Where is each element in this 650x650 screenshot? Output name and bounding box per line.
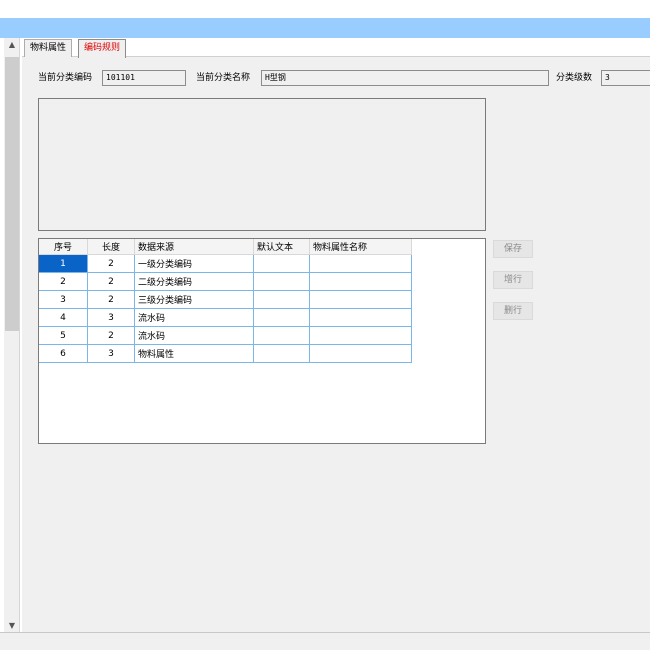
- category-name-label: 当前分类名称: [196, 73, 251, 83]
- cell-no[interactable]: 2: [39, 272, 88, 291]
- cell-length[interactable]: 3: [87, 344, 135, 363]
- cell-no[interactable]: 1: [39, 254, 88, 273]
- cell-source[interactable]: 流水码: [134, 326, 254, 345]
- cell-source[interactable]: 流水码: [134, 308, 254, 327]
- column-header-attribute-name[interactable]: 物料属性名称: [309, 239, 412, 255]
- category-name-field[interactable]: H型钢: [261, 70, 549, 86]
- cell-no[interactable]: 3: [39, 290, 88, 309]
- rule-table: 序号 长度 数据来源 默认文本 物料属性名称 1 2 一级分类编码 2 2 二级…: [39, 239, 412, 363]
- cell-default-text[interactable]: [253, 254, 310, 273]
- category-code-field[interactable]: 101101: [102, 70, 186, 86]
- category-code-label: 当前分类编码: [38, 73, 93, 83]
- table-row[interactable]: 3 2 三级分类编码: [39, 290, 412, 309]
- table-row[interactable]: 2 2 二级分类编码: [39, 272, 412, 291]
- tab-coding-rules[interactable]: 编码规则: [78, 39, 127, 58]
- table-header-row: 序号 长度 数据来源 默认文本 物料属性名称: [39, 239, 412, 255]
- rule-preview-textarea[interactable]: [38, 98, 486, 231]
- cell-default-text[interactable]: [253, 290, 310, 309]
- table-row[interactable]: 1 2 一级分类编码: [39, 254, 412, 273]
- cell-default-text[interactable]: [253, 344, 310, 363]
- cell-attribute-name[interactable]: [309, 254, 412, 273]
- cell-source[interactable]: 二级分类编码: [134, 272, 254, 291]
- column-header-no[interactable]: 序号: [39, 239, 88, 255]
- column-header-source[interactable]: 数据来源: [134, 239, 254, 255]
- cell-no[interactable]: 5: [39, 326, 88, 345]
- category-level-label: 分类级数: [556, 73, 593, 83]
- category-level-field[interactable]: 3: [601, 70, 650, 86]
- tab-label: 编码规则: [84, 43, 121, 53]
- table-row[interactable]: 5 2 流水码: [39, 326, 412, 345]
- scrollbar-thumb[interactable]: [5, 57, 19, 331]
- cell-length[interactable]: 2: [87, 272, 135, 291]
- cell-default-text[interactable]: [253, 308, 310, 327]
- add-row-button[interactable]: 增行: [493, 271, 533, 289]
- delete-row-button[interactable]: 删行: [493, 302, 533, 320]
- column-header-default-text[interactable]: 默认文本: [253, 239, 310, 255]
- tab-label: 物料属性: [30, 43, 67, 53]
- cell-default-text[interactable]: [253, 326, 310, 345]
- save-button[interactable]: 保存: [493, 240, 533, 258]
- cell-length[interactable]: 2: [87, 254, 135, 273]
- cell-default-text[interactable]: [253, 272, 310, 291]
- cell-no[interactable]: 6: [39, 344, 88, 363]
- cell-attribute-name[interactable]: [309, 326, 412, 345]
- cell-length[interactable]: 2: [87, 290, 135, 309]
- cell-attribute-name[interactable]: [309, 290, 412, 309]
- cell-attribute-name[interactable]: [309, 272, 412, 291]
- title-bar: [0, 18, 650, 38]
- cell-attribute-name[interactable]: [309, 344, 412, 363]
- cell-attribute-name[interactable]: [309, 308, 412, 327]
- cell-length[interactable]: 3: [87, 308, 135, 327]
- cell-source[interactable]: 一级分类编码: [134, 254, 254, 273]
- table-row[interactable]: 4 3 流水码: [39, 308, 412, 327]
- cell-no[interactable]: 4: [39, 308, 88, 327]
- tab-material-attributes[interactable]: 物料属性: [24, 39, 73, 57]
- status-bar: [0, 632, 650, 650]
- coding-rule-grid[interactable]: 序号 长度 数据来源 默认文本 物料属性名称 1 2 一级分类编码 2 2 二级…: [38, 238, 486, 444]
- chevron-down-icon[interactable]: ▼: [4, 619, 20, 633]
- table-row[interactable]: 6 3 物料属性: [39, 344, 412, 363]
- chevron-up-icon[interactable]: ▲: [4, 38, 20, 52]
- cell-source[interactable]: 物料属性: [134, 344, 254, 363]
- cell-length[interactable]: 2: [87, 326, 135, 345]
- cell-source[interactable]: 三级分类编码: [134, 290, 254, 309]
- column-header-length[interactable]: 长度: [87, 239, 135, 255]
